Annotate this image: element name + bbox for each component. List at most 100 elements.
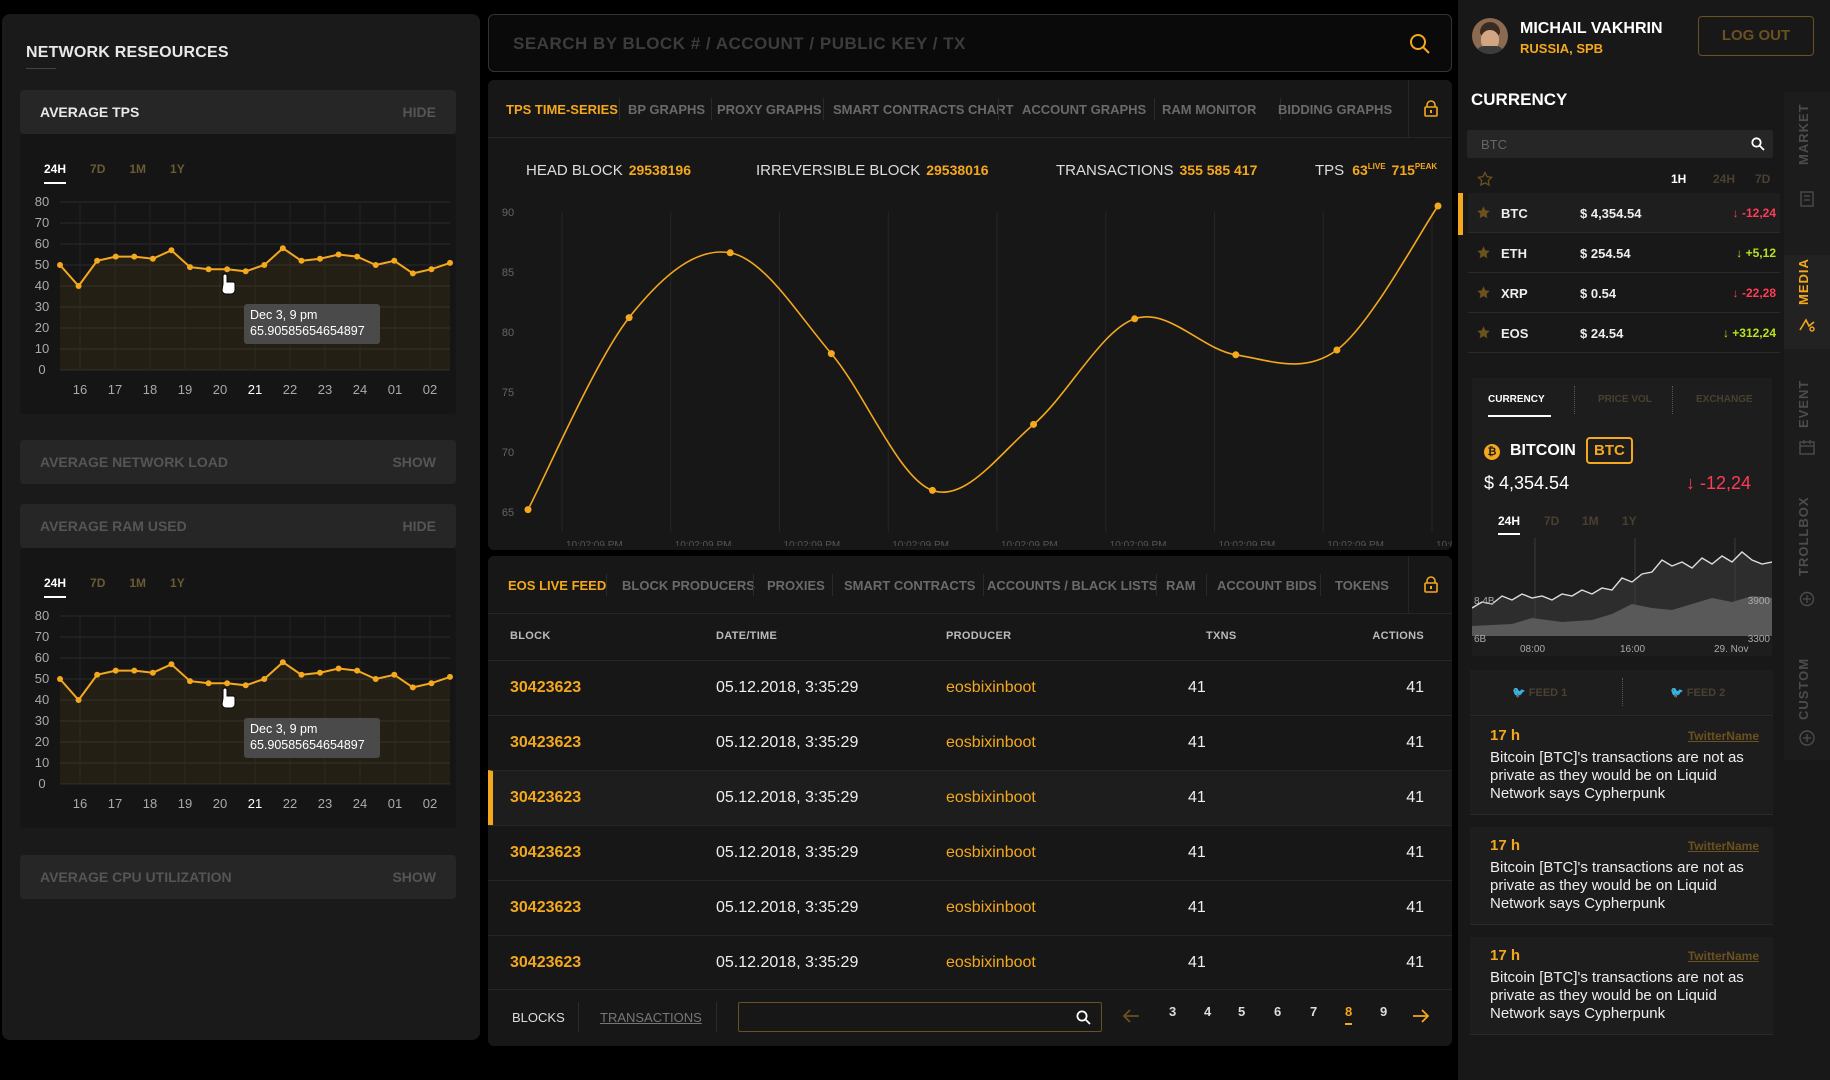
chat-icon[interactable] — [1798, 590, 1816, 608]
detail-tab-currency[interactable]: CURRENCY — [1488, 394, 1551, 417]
range-tab-1y[interactable]: 1Y — [170, 162, 185, 182]
range-tab-7d[interactable]: 7D — [90, 162, 105, 182]
currency-row-xrp[interactable]: XRP $ 0.54 ↓ -22,28 — [1468, 273, 1780, 313]
range-tab-24h[interactable]: 24H — [44, 576, 67, 598]
next-page-arrow-icon[interactable] — [1412, 1008, 1430, 1024]
feed-item[interactable]: 17 h TwitterName Bitcoin [BTC]'s transacti… — [1470, 937, 1773, 1035]
detail-range-24h[interactable]: 24H — [1498, 514, 1521, 535]
detail-tab-price-vol[interactable]: PRICE VOL — [1598, 394, 1652, 405]
tab-block-producers[interactable]: BLOCK PRODUCERS — [622, 578, 755, 593]
page-4[interactable]: 4 — [1204, 1004, 1211, 1019]
table-row[interactable]: 30423623 05.12.2018, 3:35:29 eosbixinboot 4… — [488, 825, 1452, 880]
table-row[interactable]: 30423623 05.12.2018, 3:35:29 eosbixinboot 4… — [488, 880, 1452, 935]
table-row[interactable]: 30423623 05.12.2018, 3:35:29 eosbixinboot 4… — [488, 660, 1452, 715]
page-9[interactable]: 9 — [1380, 1004, 1387, 1019]
currency-row-btc[interactable]: BTC $ 4,354.54 ↓ -12,24 — [1468, 193, 1780, 233]
period-tab-7d[interactable]: 7D — [1749, 172, 1776, 186]
range-tab-24h[interactable]: 24H — [44, 162, 67, 184]
market-icon[interactable] — [1798, 190, 1816, 208]
tab-accounts-black-lists[interactable]: ACCOUNTS / BLACK LISTS — [987, 578, 1157, 593]
side-tab-trollbox[interactable]: TROLLBOX — [1796, 497, 1811, 577]
search-input[interactable] — [513, 31, 1373, 57]
star-icon[interactable] — [1476, 285, 1491, 300]
section-average-tps[interactable]: AVERAGE TPS HIDE — [20, 90, 456, 134]
media-icon[interactable] — [1798, 316, 1816, 334]
star-icon[interactable] — [1476, 245, 1491, 260]
column-header-block[interactable]: BLOCK — [510, 630, 551, 642]
tab-account-bids[interactable]: ACCOUNT BIDS — [1217, 578, 1317, 593]
range-tab-1m[interactable]: 1M — [129, 162, 146, 182]
logout-button[interactable]: LOG OUT — [1698, 16, 1814, 56]
period-tab-1h[interactable]: 1H — [1665, 172, 1693, 195]
tab-tokens[interactable]: TOKENS — [1335, 578, 1389, 593]
hide-toggle[interactable]: HIDE — [403, 518, 436, 534]
show-toggle[interactable]: SHOW — [392, 869, 436, 885]
twitter-username-link[interactable]: TwitterName — [1688, 839, 1759, 853]
twitter-username-link[interactable]: TwitterName — [1688, 949, 1759, 963]
page-8-active[interactable]: 8 — [1345, 1004, 1353, 1025]
page-6[interactable]: 6 — [1274, 1004, 1281, 1019]
page-7[interactable]: 7 — [1310, 1004, 1317, 1019]
avatar[interactable] — [1472, 18, 1508, 54]
hide-toggle[interactable]: HIDE — [403, 104, 436, 120]
tab-eos-live-feed[interactable]: EOS LIVE FEED — [508, 578, 606, 593]
side-tab-media[interactable]: MEDIA — [1796, 258, 1811, 305]
tab-tps-time-series[interactable]: TPS TIME-SERIES — [506, 102, 618, 117]
feed-tab-2[interactable]: 🐦 FEED 2 — [1670, 686, 1725, 699]
tab-bp-graphs[interactable]: BP GRAPHS — [628, 102, 705, 117]
tab-ram[interactable]: RAM — [1166, 578, 1196, 593]
column-header-txns[interactable]: TXNS — [1206, 630, 1237, 642]
side-tab-event[interactable]: EVENT — [1796, 380, 1811, 428]
detail-tab-exchange[interactable]: EXCHANGE — [1696, 394, 1753, 405]
tab-smart-contracts[interactable]: SMART CONTRACTS — [844, 578, 975, 593]
star-icon[interactable] — [1476, 325, 1491, 340]
favorite-star-outline-icon[interactable] — [1477, 171, 1493, 187]
range-tab-7d[interactable]: 7D — [90, 576, 105, 596]
star-icon[interactable] — [1476, 205, 1491, 220]
page-5[interactable]: 5 — [1238, 1004, 1245, 1019]
table-row[interactable]: 30423623 05.12.2018, 3:35:29 eosbixinboot 4… — [488, 935, 1452, 990]
lock-button[interactable] — [1408, 80, 1452, 138]
detail-range-1y[interactable]: 1Y — [1622, 514, 1637, 528]
feed-item[interactable]: 17 h TwitterName Bitcoin [BTC]'s transacti… — [1470, 827, 1773, 925]
footer-tab-blocks[interactable]: BLOCKS — [512, 1010, 565, 1025]
prev-page-arrow-icon[interactable] — [1122, 1008, 1140, 1024]
tab-ram-monitor[interactable]: RAM MONITOR — [1162, 102, 1256, 117]
range-tab-1m[interactable]: 1M — [129, 576, 146, 596]
feed-search-input[interactable] — [747, 1008, 1057, 1026]
currency-row-eth[interactable]: ETH $ 254.54 ↓ +5,12 — [1468, 233, 1780, 273]
feed-tab-1[interactable]: 🐦 FEED 1 — [1512, 686, 1567, 699]
calendar-icon[interactable] — [1798, 438, 1816, 456]
currency-search-input[interactable] — [1481, 136, 1731, 152]
column-header-datetime[interactable]: DATE/TIME — [716, 630, 777, 642]
section-average-ram-used[interactable]: AVERAGE RAM USED HIDE — [20, 504, 456, 548]
detail-range-7d[interactable]: 7D — [1544, 514, 1559, 528]
lock-button[interactable] — [1408, 556, 1452, 614]
side-tab-market[interactable]: MARKET — [1796, 103, 1811, 165]
column-header-producer[interactable]: PRODUCER — [946, 630, 1011, 642]
currency-row-eos[interactable]: EOS $ 24.54 ↓ +312,24 — [1468, 313, 1780, 353]
footer-tab-transactions[interactable]: TRANSACTIONS — [600, 1010, 702, 1025]
show-toggle[interactable]: SHOW — [392, 454, 436, 470]
search-icon[interactable] — [1076, 1010, 1091, 1025]
tab-account-graphs[interactable]: ACCOUNT GRAPHS — [1022, 102, 1146, 117]
tab-bidding-graphs[interactable]: BIDDING GRAPHS — [1278, 102, 1392, 117]
twitter-username-link[interactable]: TwitterName — [1688, 729, 1759, 743]
range-tab-1y[interactable]: 1Y — [170, 576, 185, 596]
column-header-actions[interactable]: ACTIONS — [1372, 630, 1424, 642]
period-tab-24h[interactable]: 24H — [1707, 172, 1741, 186]
detail-range-1m[interactable]: 1M — [1582, 514, 1599, 528]
table-row[interactable]: 30423623 05.12.2018, 3:35:29 eosbixinboot 4… — [488, 715, 1452, 770]
page-3[interactable]: 3 — [1169, 1004, 1176, 1019]
section-average-network-load[interactable]: AVERAGE NETWORK LOAD SHOW — [20, 440, 456, 484]
table-row-selected[interactable]: 30423623 05.12.2018, 3:35:29 eosbixinboot 4… — [488, 770, 1452, 825]
feed-item[interactable]: 17 h TwitterName Bitcoin [BTC]'s transacti… — [1470, 717, 1773, 815]
tab-smart-contracts-chart[interactable]: SMART CONTRACTS CHART — [833, 102, 1014, 117]
search-icon[interactable] — [1751, 137, 1765, 151]
tab-proxy-graphs[interactable]: PROXY GRAPHS — [717, 102, 822, 117]
tab-proxies[interactable]: PROXIES — [767, 578, 825, 593]
section-average-cpu-utilization[interactable]: AVERAGE CPU UTILIZATION SHOW — [20, 855, 456, 899]
side-tab-custom[interactable]: CUSTOM — [1796, 658, 1811, 720]
search-icon[interactable] — [1409, 33, 1431, 55]
add-icon[interactable] — [1798, 729, 1816, 747]
